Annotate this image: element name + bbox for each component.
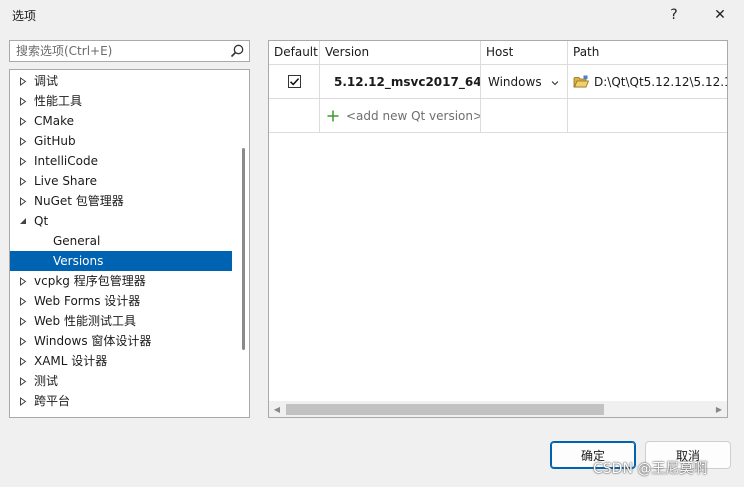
collapsed-arrow-icon[interactable] bbox=[18, 331, 28, 351]
collapsed-arrow-icon[interactable] bbox=[18, 71, 28, 91]
table-row-version-cell[interactable]: 5.12.12_msvc2017_64 bbox=[320, 65, 481, 99]
version-name: 5.12.12_msvc2017_64 bbox=[334, 74, 481, 89]
horizontal-scrollbar[interactable]: ◀ ▶ bbox=[269, 401, 727, 417]
collapsed-arrow-icon[interactable] bbox=[18, 91, 28, 111]
scroll-right-icon[interactable]: ▶ bbox=[711, 401, 727, 417]
tree-item-label: Versions bbox=[53, 254, 104, 268]
search-icon[interactable] bbox=[229, 43, 245, 59]
tree-item[interactable]: Live Share bbox=[10, 171, 232, 191]
tree-item[interactable]: Versions bbox=[10, 251, 232, 271]
tree-item-label: Web 性能测试工具 bbox=[34, 314, 136, 328]
folder-open-icon[interactable] bbox=[573, 75, 590, 89]
host-select[interactable]: Windows bbox=[481, 65, 568, 99]
close-button[interactable]: ✕ bbox=[707, 4, 733, 26]
tree-item-label: NuGet 包管理器 bbox=[34, 194, 124, 208]
tree-item-label: 测试 bbox=[34, 374, 59, 388]
tree-item[interactable]: NuGet 包管理器 bbox=[10, 191, 232, 211]
path-value: D:\Qt\Qt5.12.12\5.12.12 bbox=[594, 74, 728, 89]
tree-item-label: Qt bbox=[34, 214, 49, 228]
tree-item-label: XAML 设计器 bbox=[34, 354, 108, 368]
collapsed-arrow-icon[interactable] bbox=[18, 171, 28, 191]
tree-item[interactable]: Web Forms 设计器 bbox=[10, 291, 232, 311]
tree-item[interactable]: GitHub bbox=[10, 131, 232, 151]
collapsed-arrow-icon[interactable] bbox=[18, 391, 28, 411]
tree-item-label: Web Forms 设计器 bbox=[34, 294, 141, 308]
collapsed-arrow-icon[interactable] bbox=[18, 311, 28, 331]
tree-item[interactable]: Web 性能测试工具 bbox=[10, 311, 232, 331]
collapsed-arrow-icon[interactable] bbox=[18, 371, 28, 391]
tree-item-label: Windows 窗体设计器 bbox=[34, 334, 152, 348]
column-header-host[interactable]: Host bbox=[481, 41, 568, 65]
options-tree: 调试性能工具 CMake GitHub IntelliCode Live Share Nu… bbox=[9, 69, 250, 418]
scrollbar-thumb[interactable] bbox=[286, 404, 604, 415]
tree-item-label: vcpkg 程序包管理器 bbox=[34, 274, 146, 288]
scroll-left-icon[interactable]: ◀ bbox=[269, 401, 285, 417]
collapsed-arrow-icon[interactable] bbox=[18, 111, 28, 131]
qt-versions-grid: Default Version Host Path 5.12.12_msvc20… bbox=[268, 40, 728, 418]
default-checkbox[interactable] bbox=[287, 75, 301, 88]
table-row-empty-cell bbox=[481, 99, 568, 133]
tree-item-label: IntelliCode bbox=[34, 154, 98, 168]
collapsed-arrow-icon[interactable] bbox=[18, 131, 28, 151]
tree-item[interactable]: Qt bbox=[10, 211, 232, 231]
tree-item[interactable]: IntelliCode bbox=[10, 151, 232, 171]
tree-item-label: CMake bbox=[34, 114, 74, 128]
collapsed-arrow-icon[interactable] bbox=[18, 151, 28, 171]
column-header-default[interactable]: Default bbox=[269, 41, 320, 65]
tree-item-label: 调试 bbox=[34, 74, 59, 88]
tree-item[interactable]: 调试 bbox=[10, 71, 232, 91]
tree-item-label: 性能工具 bbox=[34, 94, 83, 108]
options-search-box bbox=[9, 40, 250, 62]
table-row-default-cell bbox=[269, 65, 320, 99]
search-input[interactable] bbox=[10, 41, 220, 61]
title-bar: 选项 ? ✕ bbox=[0, 0, 744, 30]
tree-item[interactable]: General bbox=[10, 231, 232, 251]
tree-item-label: Live Share bbox=[34, 174, 97, 188]
plus-icon bbox=[326, 109, 340, 123]
help-button[interactable]: ? bbox=[661, 4, 687, 26]
add-new-version-row[interactable]: <add new Qt version> bbox=[320, 99, 481, 133]
column-header-version[interactable]: Version bbox=[320, 41, 481, 65]
watermark: CSDN @王尼莫啊 bbox=[593, 461, 708, 477]
tree-item[interactable]: Windows 窗体设计器 bbox=[10, 331, 232, 351]
collapsed-arrow-icon[interactable] bbox=[18, 291, 28, 311]
host-value: Windows bbox=[488, 74, 542, 89]
tree-item-label: 跨平台 bbox=[34, 394, 71, 408]
window-title: 选项 bbox=[12, 9, 37, 23]
tree-item[interactable]: XAML 设计器 bbox=[10, 351, 232, 371]
table-row-empty-cell bbox=[269, 99, 320, 133]
table-row-path-cell[interactable]: D:\Qt\Qt5.12.12\5.12.12 bbox=[568, 65, 728, 99]
chevron-down-icon bbox=[551, 75, 559, 89]
tree-scrollbar-thumb[interactable] bbox=[242, 148, 245, 350]
expanded-arrow-icon[interactable] bbox=[18, 211, 28, 231]
collapsed-arrow-icon[interactable] bbox=[18, 271, 28, 291]
tree-item[interactable]: CMake bbox=[10, 111, 232, 131]
tree-item[interactable]: 测试 bbox=[10, 371, 232, 391]
collapsed-arrow-icon[interactable] bbox=[18, 191, 28, 211]
collapsed-arrow-icon[interactable] bbox=[18, 351, 28, 371]
add-new-version-label: <add new Qt version> bbox=[346, 108, 481, 123]
table-row-empty-cell bbox=[568, 99, 727, 133]
tree-item[interactable]: vcpkg 程序包管理器 bbox=[10, 271, 232, 291]
tree-item[interactable]: 性能工具 bbox=[10, 91, 232, 111]
column-header-path[interactable]: Path bbox=[568, 41, 727, 65]
tree-item[interactable]: 跨平台 bbox=[10, 391, 232, 411]
tree-item-label: General bbox=[53, 234, 101, 248]
tree-item-label: GitHub bbox=[34, 134, 76, 148]
